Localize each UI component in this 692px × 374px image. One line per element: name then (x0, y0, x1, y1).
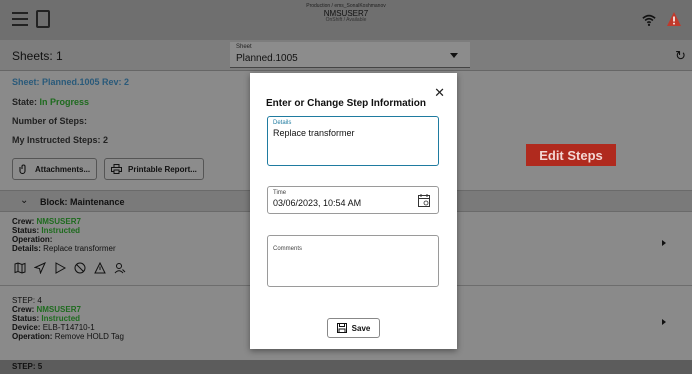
list-item[interactable]: Crew: NMSUSER7 Status: Instructed Operat… (12, 217, 116, 253)
chevron-down-icon: ⌄ (20, 195, 29, 206)
status-value: Instructed (41, 226, 81, 235)
time-field-value[interactable]: 03/06/2023, 10:54 AM (273, 198, 361, 208)
dialog-title: Enter or Change Step Information (266, 98, 427, 109)
status-label: Status: (12, 226, 40, 235)
next-step-strip[interactable]: STEP: 5 (0, 360, 692, 374)
navigate-icon[interactable] (34, 262, 46, 274)
attachments-label: Attachments... (35, 164, 91, 174)
status-label: Status: (12, 314, 40, 323)
refresh-icon[interactable]: ↻ (675, 48, 686, 64)
state-label: State: (12, 97, 38, 107)
device-value: ELB-T14710-1 (42, 323, 95, 332)
close-icon[interactable]: ✕ (434, 85, 445, 101)
block-label: Block: Maintenance (40, 197, 125, 207)
sheets-count: Sheets: 1 (12, 49, 63, 63)
caret-down-icon (450, 53, 458, 58)
my-instructed-steps: My Instructed Steps: 2 (12, 135, 109, 145)
map-icon[interactable] (14, 262, 26, 274)
step-info-dialog: Enter or Change Step Information ✕ Detai… (250, 73, 457, 349)
number-of-steps: Number of Steps: (12, 116, 88, 126)
save-icon (336, 323, 347, 333)
crew-value: NMSUSER7 (36, 217, 81, 226)
alert-icon[interactable] (94, 262, 106, 274)
list-item[interactable]: STEP: 4 Crew: NMSUSER7 Status: Instructe… (12, 296, 124, 341)
next-step-label: STEP: 5 (12, 362, 43, 371)
printable-report-label: Printable Report... (128, 164, 197, 174)
sheet-bar: Sheets: 1 Sheet Planned.1005 ↻ (0, 40, 692, 71)
step-actions (14, 262, 126, 274)
sheet-select-label: Sheet (236, 44, 252, 50)
operation-label: Operation: (12, 235, 53, 244)
details-field[interactable]: Details Replace transformer (267, 116, 439, 166)
save-button[interactable]: Save (327, 318, 380, 338)
block-icon[interactable] (74, 262, 86, 274)
step-number: STEP: 4 (12, 296, 42, 305)
crew-value: NMSUSER7 (36, 305, 81, 314)
wifi-icon[interactable] (642, 13, 656, 27)
calendar-icon[interactable] (418, 194, 430, 207)
operation-value: Remove HOLD Tag (54, 332, 124, 341)
app-header: Production / ems_SonalKoshmanov NMSUSER7… (0, 0, 692, 40)
sheet-select-value: Planned.1005 (236, 53, 298, 64)
caret-right-icon[interactable] (662, 319, 666, 325)
sheet-link[interactable]: Sheet: Planned.1005 Rev: 2 (12, 78, 129, 87)
play-icon[interactable] (54, 262, 66, 274)
edit-steps-label: Edit Steps (526, 144, 616, 166)
header-status: OnShift / Available (325, 17, 367, 24)
time-field-label: Time (273, 190, 287, 196)
time-field[interactable]: Time 03/06/2023, 10:54 AM (267, 186, 439, 214)
person-search-icon[interactable] (114, 262, 126, 274)
operation-label: Operation: (12, 332, 53, 341)
crew-label: Crew: (12, 217, 35, 226)
details-value: Replace transformer (43, 244, 116, 253)
header-info: Production / ems_SonalKoshmanov NMSUSER7… (0, 3, 692, 24)
device-label: Device: (12, 323, 41, 332)
caret-right-icon[interactable] (662, 240, 666, 246)
sheet-select[interactable]: Sheet Planned.1005 (230, 42, 470, 68)
comments-field-label: Comments (273, 246, 303, 252)
paperclip-icon (19, 164, 26, 174)
details-label: Details: (12, 244, 41, 253)
state-row: State: In Progress (12, 98, 89, 107)
printer-icon (111, 164, 122, 174)
crew-label: Crew: (12, 305, 35, 314)
warning-icon[interactable] (666, 11, 682, 27)
status-value: Instructed (41, 314, 81, 323)
comments-field[interactable]: Comments (267, 235, 439, 287)
printable-report-button[interactable]: Printable Report... (104, 158, 204, 180)
details-field-label: Details (273, 120, 292, 126)
details-field-value[interactable]: Replace transformer (273, 128, 355, 138)
attachments-button[interactable]: Attachments... (12, 158, 98, 180)
save-label: Save (351, 323, 371, 333)
state-value: In Progress (39, 97, 90, 107)
